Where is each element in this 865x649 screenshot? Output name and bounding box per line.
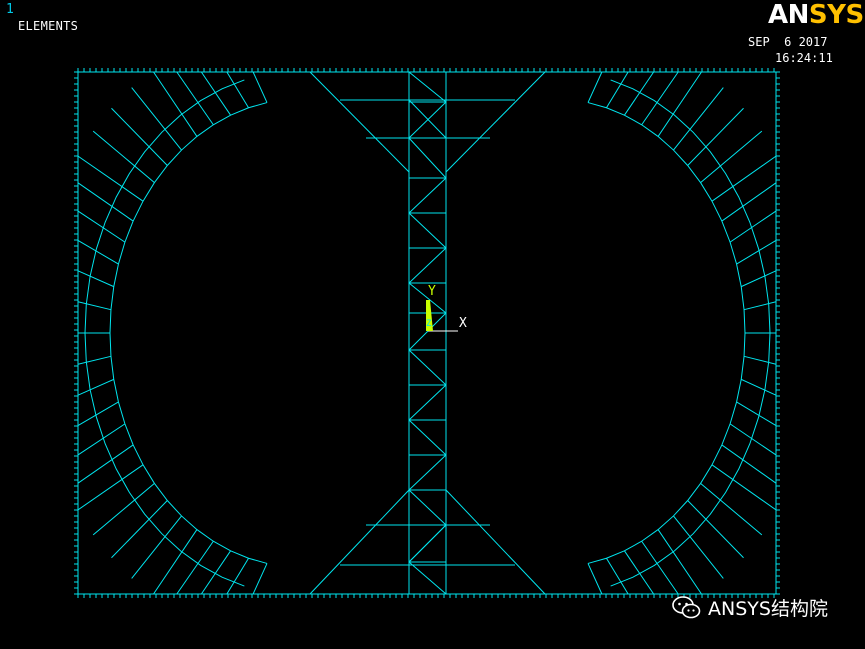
left-radial-line <box>131 515 182 579</box>
column-diagonal <box>408 454 447 491</box>
column-diagonal <box>408 71 447 103</box>
column-diagonal <box>408 177 447 214</box>
column-diagonal <box>408 384 447 421</box>
right-radial-line <box>624 71 655 116</box>
right-radial-line <box>587 563 603 595</box>
right-radial-line <box>587 71 603 103</box>
right-radial-line <box>736 401 777 426</box>
left-hole-boundary <box>109 102 268 564</box>
left-radial-line <box>176 71 214 126</box>
left-radial-line <box>111 500 168 559</box>
column-diagonal <box>408 212 447 249</box>
right-radial-line <box>743 355 777 365</box>
column-diagonal <box>408 489 447 526</box>
left-radial-line <box>176 540 214 595</box>
right-radial-line <box>700 483 763 536</box>
left-radial-line <box>77 210 126 243</box>
right-radial-line <box>641 540 679 595</box>
left-radial-line <box>77 155 144 202</box>
right-radial-line <box>711 155 777 202</box>
left-radial-line <box>153 529 198 595</box>
left-radial-line <box>77 301 112 311</box>
web-diagonal <box>309 71 410 173</box>
left-radial-line <box>252 71 268 103</box>
right-radial-line <box>687 107 744 166</box>
right-radial-line <box>606 71 629 109</box>
column-diagonal <box>408 349 447 386</box>
wechat-icon <box>672 595 701 618</box>
right-radial-line <box>657 529 702 595</box>
left-radial-line <box>77 378 114 396</box>
column-diagonal <box>408 137 447 179</box>
left-radial-line <box>131 87 182 151</box>
right-radial-line <box>700 130 763 183</box>
left-radial-line <box>77 423 126 456</box>
right-radial-line <box>741 378 777 396</box>
element-mesh-plot: Y X Z <box>74 68 780 598</box>
left-radial-line <box>92 130 155 183</box>
left-radial-line <box>252 563 268 595</box>
web-brace <box>408 524 447 563</box>
column-diagonal <box>408 247 447 284</box>
right-radial-line <box>606 557 629 595</box>
column-diagonal <box>408 419 447 456</box>
left-radial-line <box>226 557 249 595</box>
watermark: ANSYS结构院 <box>672 594 828 621</box>
left-radial-line <box>200 71 231 116</box>
triad-z-label: Z <box>426 319 432 329</box>
right-radial-line <box>641 71 679 126</box>
graphics-viewport[interactable]: 1 ELEMENTS ANSYS SEP 6 2017 16:24:11 Y X… <box>0 0 865 649</box>
left-radial-line <box>77 270 114 288</box>
web-diagonal <box>445 489 546 595</box>
right-radial-line <box>657 71 702 137</box>
right-radial-line <box>673 515 724 579</box>
right-radial-line <box>687 500 744 559</box>
web-diagonal <box>309 489 410 595</box>
right-radial-line <box>711 464 777 511</box>
left-radial-line <box>111 107 168 166</box>
web-diagonal <box>445 71 546 173</box>
right-radial-line <box>729 423 777 456</box>
right-radial-line <box>624 550 655 595</box>
right-radial-line <box>673 87 724 151</box>
right-radial-line <box>729 210 777 243</box>
column-diagonal <box>408 561 447 595</box>
left-radial-line <box>77 464 144 511</box>
right-hole-boundary <box>587 102 746 564</box>
triad-y-label: Y <box>428 284 436 299</box>
watermark-text: ANSYS结构院 <box>708 598 828 620</box>
left-radial-line <box>226 71 249 109</box>
left-radial-line <box>200 550 231 595</box>
right-radial-line <box>741 270 777 288</box>
left-radial-line <box>92 483 155 536</box>
triad-x-label: X <box>459 316 467 331</box>
right-radial-line <box>743 301 777 311</box>
left-radial-line <box>77 355 112 365</box>
left-radial-line <box>153 71 198 137</box>
right-radial-line <box>736 240 777 265</box>
